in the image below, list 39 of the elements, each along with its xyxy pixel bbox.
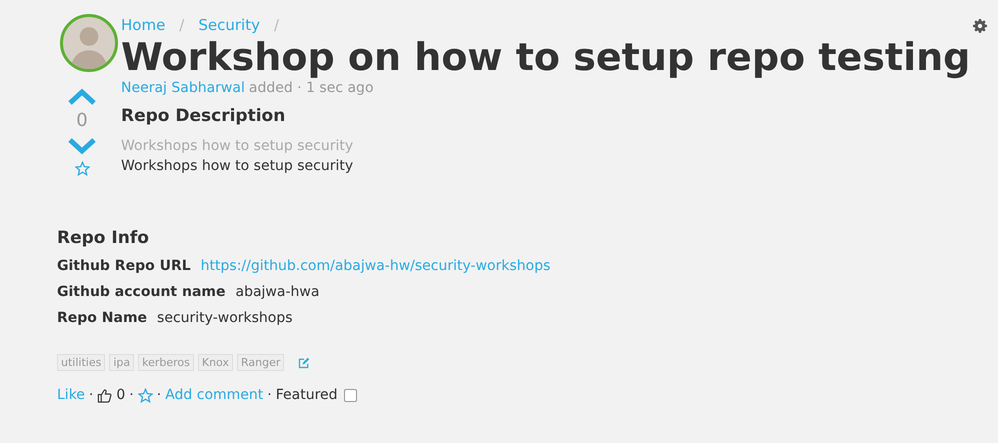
post-meta: added · 1 sec ago	[248, 80, 374, 96]
tag[interactable]: ipa	[109, 354, 134, 371]
description-text: Workshops how to setup security	[121, 158, 354, 174]
breadcrumb-link[interactable]: Security	[198, 16, 260, 34]
page-title: Workshop on how to setup repo testing	[121, 34, 970, 80]
edit-icon[interactable]	[298, 356, 310, 368]
repo-url-link[interactable]: https://github.com/abajwa-hw/security-workshops	[200, 258, 550, 274]
like-count: 0	[116, 387, 126, 403]
thumbs-up-icon	[97, 388, 112, 402]
tag[interactable]: kerberos	[138, 354, 194, 371]
featured-label: Featured	[276, 387, 338, 403]
star-icon[interactable]	[138, 388, 153, 402]
separator-dot: ·	[88, 387, 94, 403]
breadcrumb-link[interactable]: Home	[121, 16, 166, 34]
field-label: Github Repo URL	[57, 258, 191, 274]
featured-checkbox[interactable]	[344, 388, 357, 402]
footer-link[interactable]: Like	[57, 387, 85, 403]
field-value: abajwa-hwa	[235, 284, 320, 300]
breadcrumb-separator: /	[274, 16, 280, 34]
field-value: security-workshops	[157, 310, 293, 326]
author-link[interactable]: Neeraj Sabharwal	[121, 80, 245, 96]
field-label: Github account name	[57, 284, 226, 300]
tag[interactable]: utilities	[57, 354, 106, 371]
separator-dot: ·	[267, 387, 272, 403]
separator-dot: ·	[156, 387, 162, 403]
settings-icon[interactable]	[973, 19, 987, 33]
vote-count: 0	[76, 110, 88, 131]
field-label: Repo Name	[57, 310, 148, 326]
breadcrumb-separator: /	[179, 16, 184, 34]
section-heading: Repo Description	[121, 106, 286, 126]
footer-link[interactable]: Add comment	[165, 387, 264, 403]
tag[interactable]: Knox	[198, 354, 233, 371]
section-heading: Repo Info	[57, 228, 150, 248]
chevron-up-icon[interactable]	[67, 88, 97, 106]
separator-dot: ·	[129, 387, 134, 403]
chevron-down-icon[interactable]	[67, 137, 97, 155]
tag[interactable]: Ranger	[236, 354, 284, 371]
description-text: Workshops how to setup security	[121, 138, 354, 154]
star-icon[interactable]	[74, 161, 90, 176]
